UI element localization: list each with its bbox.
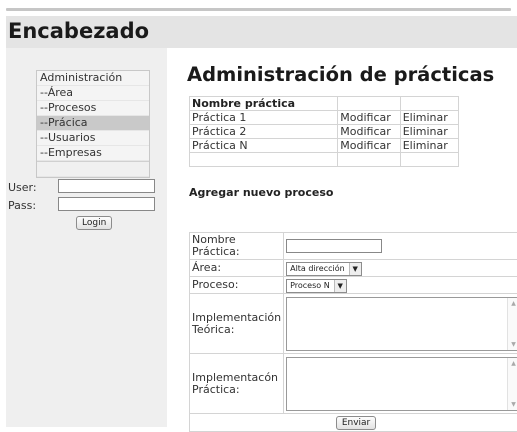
top-strip — [0, 0, 517, 14]
header-cell-empty — [400, 97, 458, 111]
process-select[interactable]: Proceso N ▼ — [286, 279, 347, 293]
modify-link[interactable]: Modificar — [338, 111, 400, 125]
table-header-row: Nombre práctica — [190, 97, 459, 111]
scrollbar[interactable]: ▲▼ — [507, 358, 517, 410]
scroll-down-icon: ▼ — [508, 401, 517, 408]
delete-link[interactable]: Eliminar — [400, 111, 458, 125]
area-cell: Alta dirección ▼ — [284, 260, 517, 277]
practice-name: Práctica N — [190, 139, 338, 153]
table-row: Práctica 1 Modificar Eliminar — [190, 111, 459, 125]
sidebar-menu: Administración --Área --Procesos --Práci… — [36, 70, 150, 178]
menu-item-empty — [37, 161, 149, 177]
form-row-theory: Implementación Teórica: ▲▼ — [190, 294, 517, 354]
area-select-value: Alta dirección — [290, 264, 345, 273]
scrollbar[interactable]: ▲▼ — [507, 298, 517, 350]
process-label: Proceso: — [190, 277, 284, 294]
sidebar: Administración --Área --Procesos --Práci… — [6, 48, 167, 427]
practice-name: Práctica 1 — [190, 111, 338, 125]
empty-cell — [190, 153, 338, 167]
practices-table: Nombre práctica Práctica 1 Modificar Eli… — [189, 96, 459, 167]
table-row-empty — [190, 153, 459, 167]
form-row-practice: Implementacón Práctica: ▲▼ — [190, 354, 517, 414]
practice-textarea[interactable]: ▲▼ — [286, 357, 517, 411]
theory-cell: ▲▼ — [284, 294, 517, 354]
scroll-down-icon: ▼ — [508, 341, 517, 348]
delete-link[interactable]: Eliminar — [400, 139, 458, 153]
pass-input[interactable] — [58, 197, 155, 211]
menu-item-usuarios[interactable]: --Usuarios — [37, 131, 149, 146]
user-input[interactable] — [58, 179, 155, 193]
name-cell — [284, 233, 517, 260]
delete-link[interactable]: Eliminar — [400, 125, 458, 139]
section-subtitle: Agregar nuevo proceso — [189, 186, 333, 199]
menu-item-empresas[interactable]: --Empresas — [37, 146, 149, 161]
table-row: Práctica N Modificar Eliminar — [190, 139, 459, 153]
header-title: Encabezado — [8, 19, 149, 43]
name-label: Nombre Práctica: — [190, 233, 284, 260]
column-header-name: Nombre práctica — [190, 97, 338, 111]
new-practice-form: Nombre Práctica: Área: Alta dirección ▼ P… — [189, 232, 517, 432]
user-label: User: — [8, 181, 37, 194]
name-input[interactable] — [286, 239, 382, 253]
practice-cell: ▲▼ — [284, 354, 517, 414]
menu-item-area[interactable]: --Área — [37, 86, 149, 101]
form-row-area: Área: Alta dirección ▼ — [190, 260, 517, 277]
process-select-value: Proceso N — [290, 281, 330, 290]
area-select[interactable]: Alta dirección ▼ — [286, 262, 362, 276]
table-row: Práctica 2 Modificar Eliminar — [190, 125, 459, 139]
submit-cell: Enviar — [190, 414, 517, 432]
area-label: Área: — [190, 260, 284, 277]
top-divider — [6, 8, 511, 11]
page-header: Encabezado — [6, 16, 517, 48]
page-title: Administración de prácticas — [187, 63, 494, 86]
modify-link[interactable]: Modificar — [338, 125, 400, 139]
menu-item-procesos[interactable]: --Procesos — [37, 101, 149, 116]
empty-cell — [400, 153, 458, 167]
theory-label: Implementación Teórica: — [190, 294, 284, 354]
practice-name: Práctica 2 — [190, 125, 338, 139]
menu-item-practica[interactable]: --Prácica — [37, 116, 149, 131]
form-row-process: Proceso: Proceso N ▼ — [190, 277, 517, 294]
chevron-down-icon: ▼ — [349, 263, 361, 275]
menu-item-administracion[interactable]: Administración — [37, 71, 149, 86]
form-row-submit: Enviar — [190, 414, 517, 432]
theory-textarea[interactable]: ▲▼ — [286, 297, 517, 351]
chevron-down-icon: ▼ — [334, 280, 346, 292]
login-button[interactable]: Login — [76, 216, 112, 230]
scroll-up-icon: ▲ — [508, 300, 517, 307]
form-row-name: Nombre Práctica: — [190, 233, 517, 260]
header-cell-empty — [338, 97, 400, 111]
submit-button[interactable]: Enviar — [336, 416, 376, 430]
scroll-up-icon: ▲ — [508, 360, 517, 367]
pass-label: Pass: — [8, 199, 36, 212]
practice-label: Implementacón Práctica: — [190, 354, 284, 414]
modify-link[interactable]: Modificar — [338, 139, 400, 153]
empty-cell — [338, 153, 400, 167]
process-cell: Proceso N ▼ — [284, 277, 517, 294]
